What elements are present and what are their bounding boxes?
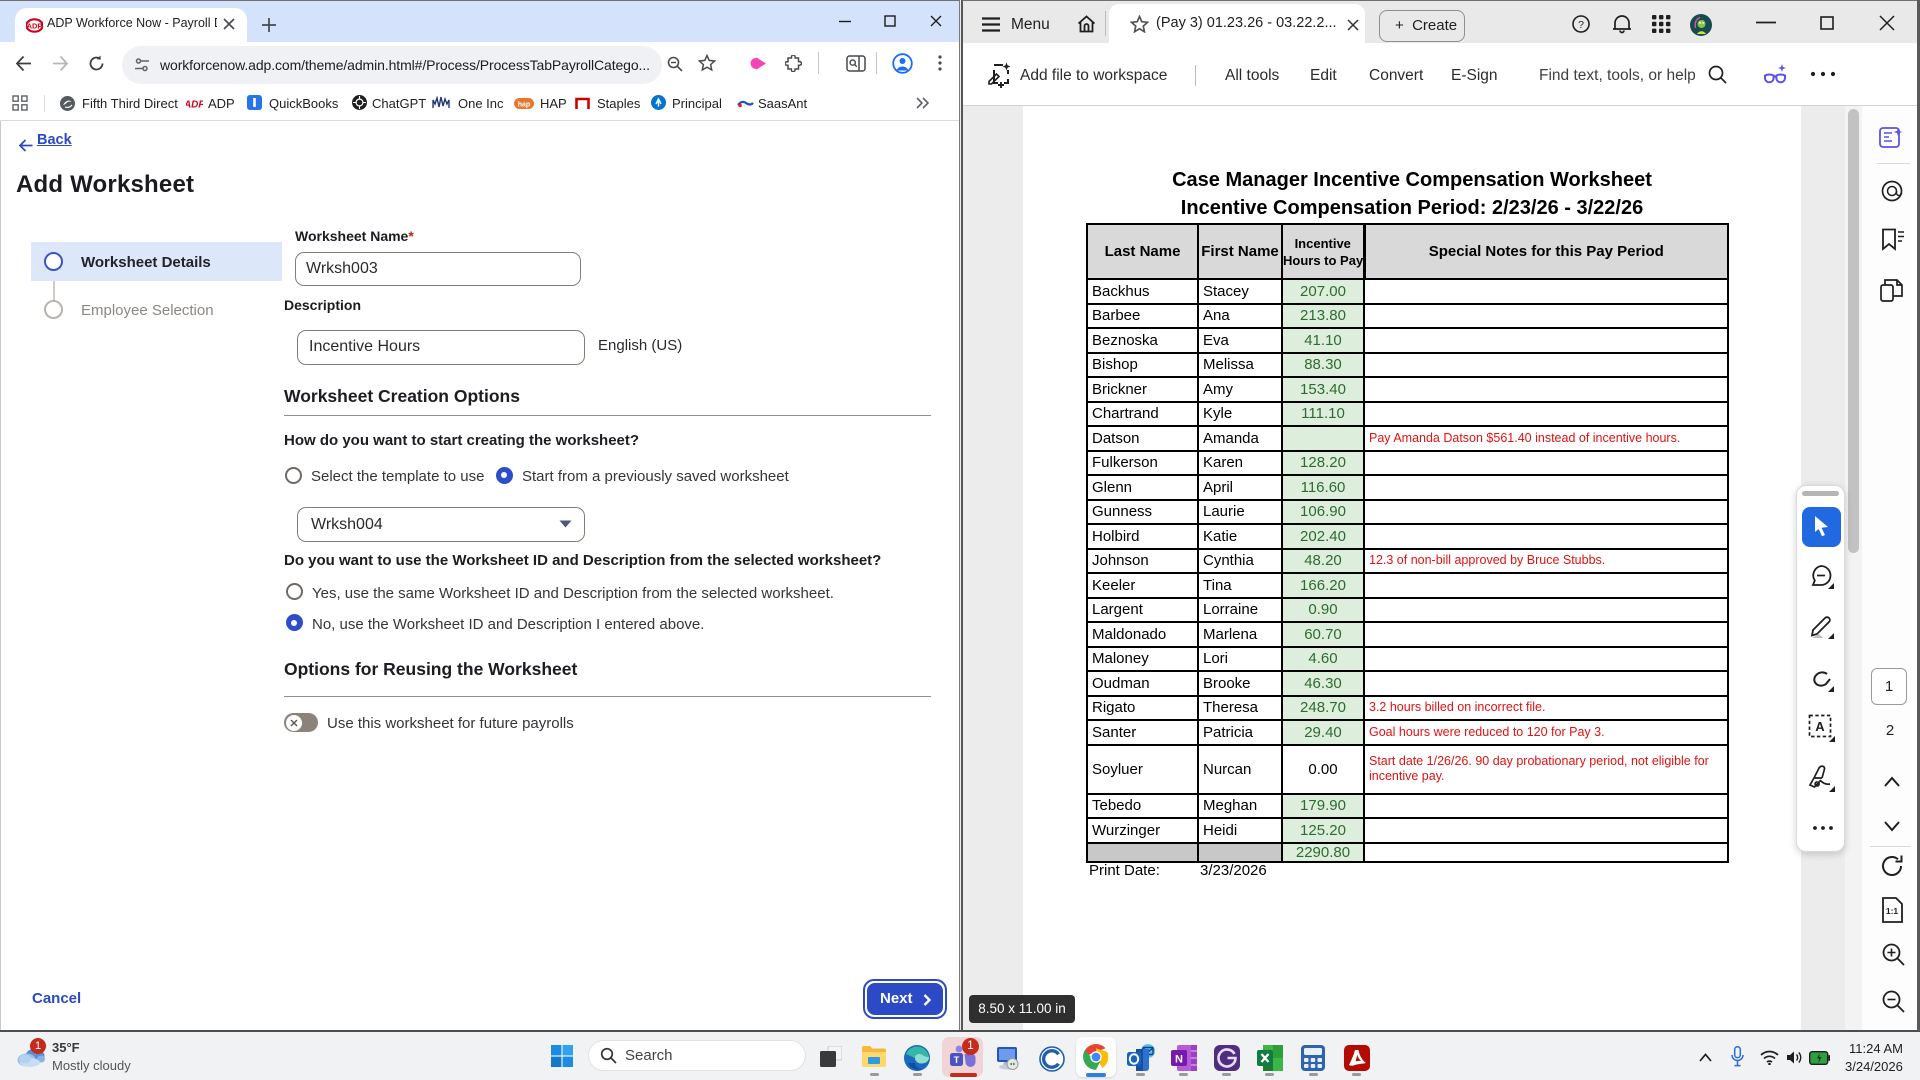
svg-text:T: T	[954, 1055, 960, 1065]
svg-text:A: A	[1815, 719, 1825, 734]
svg-text:ADP: ADP	[186, 100, 203, 111]
svg-text:1:1: 1:1	[1886, 906, 1899, 916]
svg-text:ADP: ADP	[27, 21, 43, 30]
svg-text:N: N	[1175, 1054, 1183, 1066]
svg-text:hap: hap	[518, 101, 530, 108]
svg-text:?: ?	[1578, 19, 1584, 31]
